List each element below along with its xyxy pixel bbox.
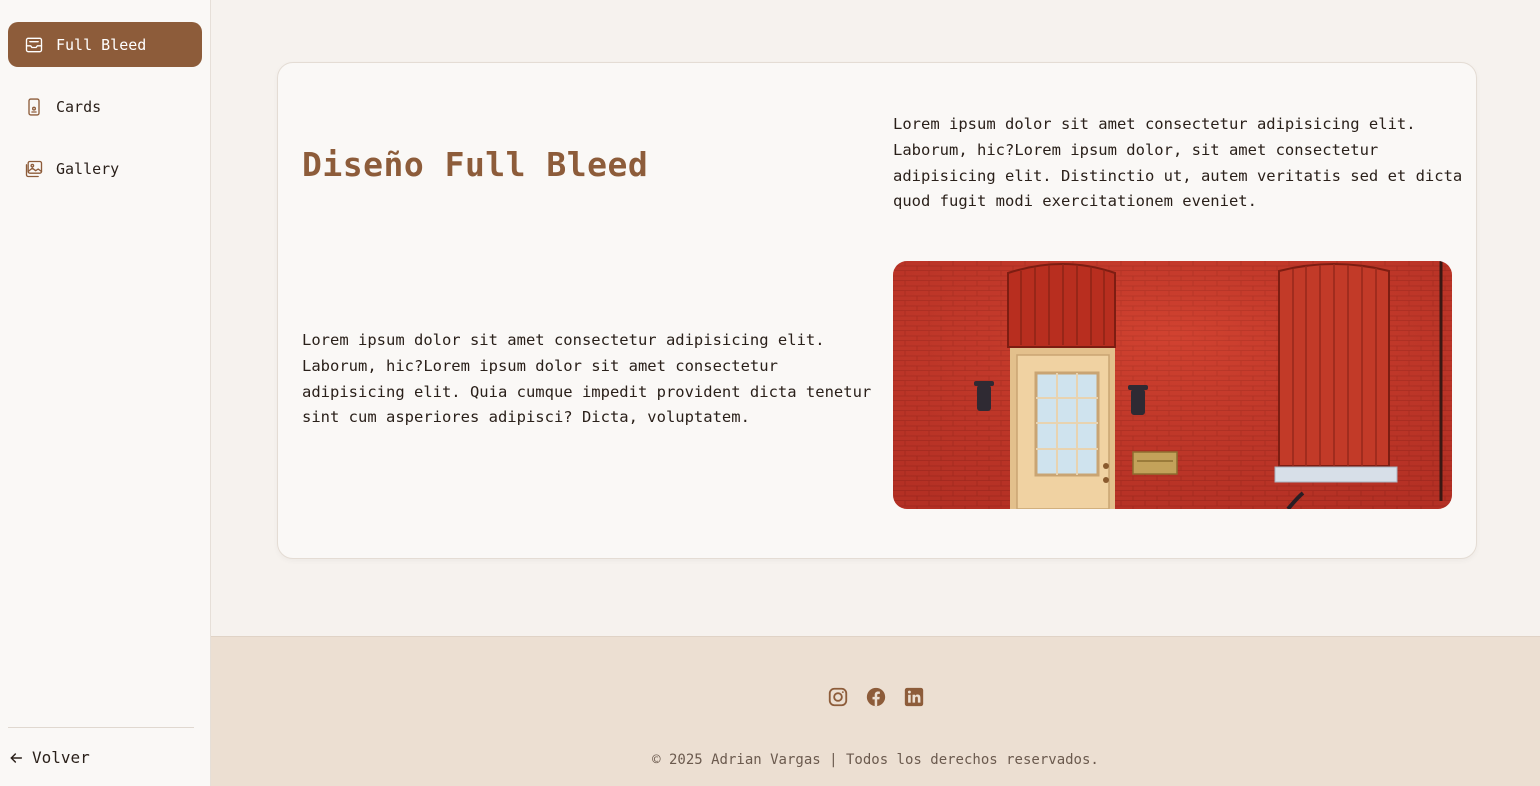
facebook-icon[interactable] (865, 686, 887, 708)
image-gallery-icon (24, 159, 44, 179)
sidebar-item-full-bleed[interactable]: Full Bleed (8, 22, 202, 67)
red-brick-house-photo (893, 261, 1452, 509)
page-title: Diseño Full Bleed (302, 145, 649, 184)
sidebar-nav: Full Bleed Cards Gallery (0, 0, 210, 191)
main-content: Diseño Full Bleed Lorem ipsum dolor sit … (211, 0, 1540, 636)
footer: © 2025 Adrian Vargas | Todos los derecho… (211, 636, 1540, 786)
intro-paragraph: Lorem ipsum dolor sit amet consectetur a… (893, 115, 1463, 211)
sidebar-footer: Volver (8, 727, 194, 767)
back-label: Volver (32, 748, 90, 767)
sidebar-item-cards[interactable]: Cards (8, 84, 202, 129)
copyright-text: © 2025 Adrian Vargas | Todos los derecho… (652, 752, 1099, 768)
full-bleed-card: Diseño Full Bleed Lorem ipsum dolor sit … (277, 62, 1477, 559)
social-links (211, 686, 1540, 708)
linkedin-icon[interactable] (903, 686, 925, 708)
sidebar: Full Bleed Cards Gallery Volver (0, 0, 211, 786)
body-paragraph: Lorem ipsum dolor sit amet consectetur a… (302, 331, 872, 427)
sidebar-item-label: Gallery (56, 159, 120, 178)
arrow-left-icon (10, 752, 23, 763)
sidebar-item-gallery[interactable]: Gallery (8, 146, 202, 191)
inbox-icon (24, 35, 44, 55)
phone-card-icon (24, 97, 44, 117)
sidebar-item-label: Full Bleed (56, 35, 147, 54)
sidebar-item-label: Cards (56, 97, 102, 116)
instagram-icon[interactable] (827, 686, 849, 708)
back-link[interactable]: Volver (8, 748, 194, 767)
